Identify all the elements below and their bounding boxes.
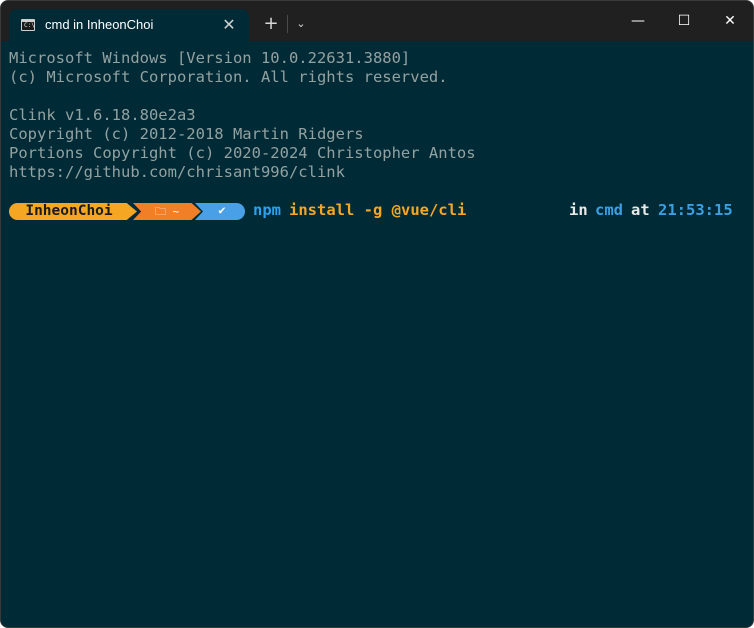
tab-close-icon[interactable]: ✕ <box>219 15 239 35</box>
right-prompt-in: in <box>569 201 588 219</box>
prompt-folder-segment: 🗀 ~ <box>133 203 201 220</box>
right-prompt-time: 21:53:15 <box>658 201 733 219</box>
output-line: (c) Microsoft Corporation. All rights re… <box>9 68 448 86</box>
cmd-icon: C:\ <box>21 19 35 31</box>
output-line: Copyright (c) 2012-2018 Martin Ridgers <box>9 125 364 143</box>
prompt-status-check-icon: ✔ <box>195 203 245 220</box>
tab-title: cmd in InheonChoi <box>45 17 154 32</box>
tab-divider <box>287 15 288 33</box>
right-prompt-shell: cmd <box>595 201 623 219</box>
output-line: https://github.com/chrisant996/clink <box>9 163 345 181</box>
right-prompt-at: at <box>631 201 650 219</box>
command-arguments: install -g @vue/cli <box>289 201 467 219</box>
new-tab-button[interactable]: + <box>259 11 283 37</box>
title-bar: C:\ cmd in InheonChoi ✕ + ⌄ — ☐ ✕ <box>1 1 753 41</box>
command-name: npm <box>253 201 281 219</box>
output-line: Clink v1.6.18.80e2a3 <box>9 106 196 124</box>
dropdown-chevron-icon[interactable]: ⌄ <box>291 13 311 35</box>
prompt-user-segment: InheonChoi <box>9 203 137 220</box>
output-line: Portions Copyright (c) 2020-2024 Christo… <box>9 144 476 162</box>
terminal-output[interactable]: Microsoft Windows [Version 10.0.22631.38… <box>9 49 745 619</box>
maximize-button[interactable]: ☐ <box>661 1 707 41</box>
terminal-window: C:\ cmd in InheonChoi ✕ + ⌄ — ☐ ✕ Micros… <box>0 0 754 628</box>
prompt-line: InheonChoi 🗀 ~ ✔ npm install -g @vue/cli… <box>9 201 745 221</box>
output-line: Microsoft Windows [Version 10.0.22631.38… <box>9 49 411 67</box>
tab-cmd[interactable]: C:\ cmd in InheonChoi ✕ <box>9 9 249 41</box>
minimize-button[interactable]: — <box>615 1 661 41</box>
close-button[interactable]: ✕ <box>707 1 753 41</box>
